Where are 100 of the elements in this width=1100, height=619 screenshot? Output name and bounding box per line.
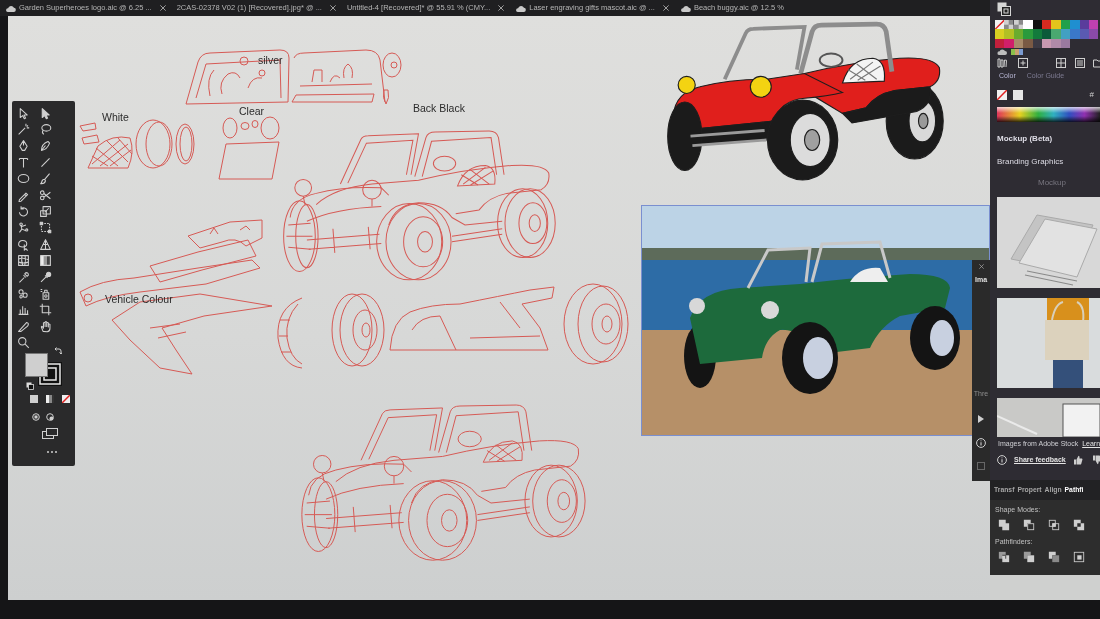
color-swatch[interactable] <box>1079 29 1089 39</box>
scale-squares-icon[interactable] <box>39 205 52 219</box>
magic-wand-icon[interactable] <box>17 123 30 137</box>
play-icon[interactable] <box>978 415 984 423</box>
dashed-frame-icon[interactable] <box>39 221 52 235</box>
thumbs-up-icon[interactable] <box>1072 455 1083 466</box>
hand-icon[interactable] <box>39 319 52 333</box>
lasso-icon[interactable] <box>39 123 52 137</box>
pin-icon[interactable] <box>17 270 30 284</box>
default-fill-stroke-icon[interactable] <box>997 2 1011 16</box>
swap-arrow-icon[interactable] <box>54 346 62 355</box>
arrow-pointer-icon[interactable] <box>17 106 30 120</box>
thumbs-down-icon[interactable] <box>1091 455 1100 466</box>
pen-nib-icon[interactable] <box>17 139 30 153</box>
bar-chart-icon[interactable] <box>17 303 30 317</box>
filled-arrow-pointer-icon[interactable] <box>39 106 52 120</box>
blade-icon[interactable] <box>17 319 30 333</box>
plus-square-icon[interactable] <box>1018 58 1028 69</box>
slashed-square-icon[interactable] <box>62 394 70 403</box>
color-group-icon[interactable] <box>1011 49 1023 56</box>
list-view-icon[interactable] <box>1075 58 1085 69</box>
info-icon[interactable] <box>997 455 1007 466</box>
diagonal-line-icon[interactable] <box>39 155 52 169</box>
fill-swatch-icon[interactable] <box>25 352 48 377</box>
color-swatch[interactable] <box>1041 29 1052 39</box>
scissors-icon[interactable] <box>39 188 52 202</box>
close-icon[interactable] <box>498 5 505 11</box>
close-icon[interactable] <box>978 264 984 269</box>
books-icon[interactable] <box>997 58 1007 69</box>
crop-marks-icon[interactable] <box>39 303 52 317</box>
trimmed-squares-icon[interactable] <box>1023 551 1035 564</box>
feather-pen-icon[interactable] <box>39 139 52 153</box>
color-swatch[interactable] <box>1079 20 1089 30</box>
color-swatch[interactable] <box>1041 38 1052 49</box>
excluded-squares-icon[interactable] <box>1073 519 1085 532</box>
close-icon[interactable] <box>662 5 669 11</box>
color-swatch[interactable] <box>1013 29 1024 39</box>
wall-photo[interactable] <box>997 398 1100 438</box>
color-spectrum[interactable] <box>997 107 1100 123</box>
grid-view-icon[interactable] <box>1056 58 1066 69</box>
stick-figure-icon[interactable] <box>17 221 30 235</box>
info-icon[interactable] <box>976 438 986 448</box>
merged-shades-icon[interactable] <box>1048 551 1060 564</box>
gradient-swatch-icon[interactable] <box>46 394 54 403</box>
color-swatch[interactable] <box>1023 38 1033 49</box>
color-swatch[interactable] <box>995 29 1005 39</box>
color-swatch[interactable] <box>1060 38 1071 49</box>
merged-squares-icon[interactable] <box>998 519 1010 532</box>
eyedropper-icon[interactable] <box>39 270 52 284</box>
color-swatch[interactable] <box>1023 20 1033 30</box>
square-icon[interactable] <box>977 462 985 470</box>
color-swatch[interactable] <box>1051 38 1061 49</box>
close-icon[interactable] <box>159 5 166 11</box>
color-swatch[interactable] <box>1004 29 1014 39</box>
color-swatch[interactable] <box>1023 29 1033 39</box>
gradient-square-icon[interactable] <box>39 254 52 268</box>
color-swatch[interactable] <box>1032 20 1042 30</box>
folder-icon[interactable] <box>1093 58 1100 69</box>
color-swatch[interactable] <box>1060 29 1071 39</box>
tote-bag-photo[interactable] <box>997 298 1100 389</box>
letter-t-icon[interactable] <box>17 155 30 169</box>
ellipse-icon[interactable] <box>17 172 30 186</box>
color-swatch[interactable] <box>1032 29 1042 39</box>
color-swatch[interactable] <box>1041 20 1052 30</box>
close-icon[interactable] <box>329 5 336 11</box>
stacked-windows-icon[interactable] <box>42 427 58 439</box>
more-tools-icon[interactable] <box>47 450 57 453</box>
small-fill-stroke-icon[interactable] <box>26 381 34 390</box>
spray-circles-icon[interactable] <box>17 287 30 300</box>
color-swatch[interactable] <box>1013 38 1024 49</box>
color-swatch[interactable] <box>1051 29 1061 39</box>
paintbrush-icon[interactable] <box>39 172 52 186</box>
pattern-swatch-icon[interactable] <box>1013 20 1024 30</box>
color-swatch[interactable] <box>1004 38 1014 49</box>
pattern-swatch-icon[interactable] <box>1004 20 1014 30</box>
color-swatch[interactable] <box>1088 29 1099 39</box>
none-color-icon[interactable] <box>997 90 1007 101</box>
color-swatch[interactable] <box>1060 20 1071 30</box>
blob-pointer-icon[interactable] <box>17 237 30 251</box>
triangle-grid-icon[interactable] <box>39 237 52 251</box>
cropped-squares-icon[interactable] <box>1073 551 1085 564</box>
category-item[interactable]: Branding Graphics <box>997 157 1100 167</box>
circle-dot-icon[interactable] <box>46 412 54 421</box>
split-squares-icon[interactable] <box>998 551 1010 564</box>
color-swatch[interactable] <box>995 38 1005 49</box>
color-swatch[interactable] <box>1051 20 1061 30</box>
rotate-arrow-icon[interactable] <box>17 205 30 219</box>
circle-square-icon[interactable] <box>32 412 40 421</box>
color-swatch[interactable] <box>1088 20 1099 30</box>
mesh-grid-icon[interactable] <box>17 254 30 268</box>
front-cut-squares-icon[interactable] <box>1023 519 1035 532</box>
filled-square-icon[interactable] <box>30 394 38 403</box>
magnifier-icon[interactable] <box>17 336 30 350</box>
color-swatch[interactable] <box>1070 20 1080 30</box>
blank-swatch-icon[interactable] <box>1013 90 1023 101</box>
color-swatch[interactable] <box>1032 38 1042 49</box>
cloud-icon[interactable] <box>997 49 1007 56</box>
overlap-squares-icon[interactable] <box>1048 519 1060 532</box>
spray-bottle-icon[interactable] <box>39 287 52 300</box>
color-swatch[interactable] <box>1070 29 1080 39</box>
